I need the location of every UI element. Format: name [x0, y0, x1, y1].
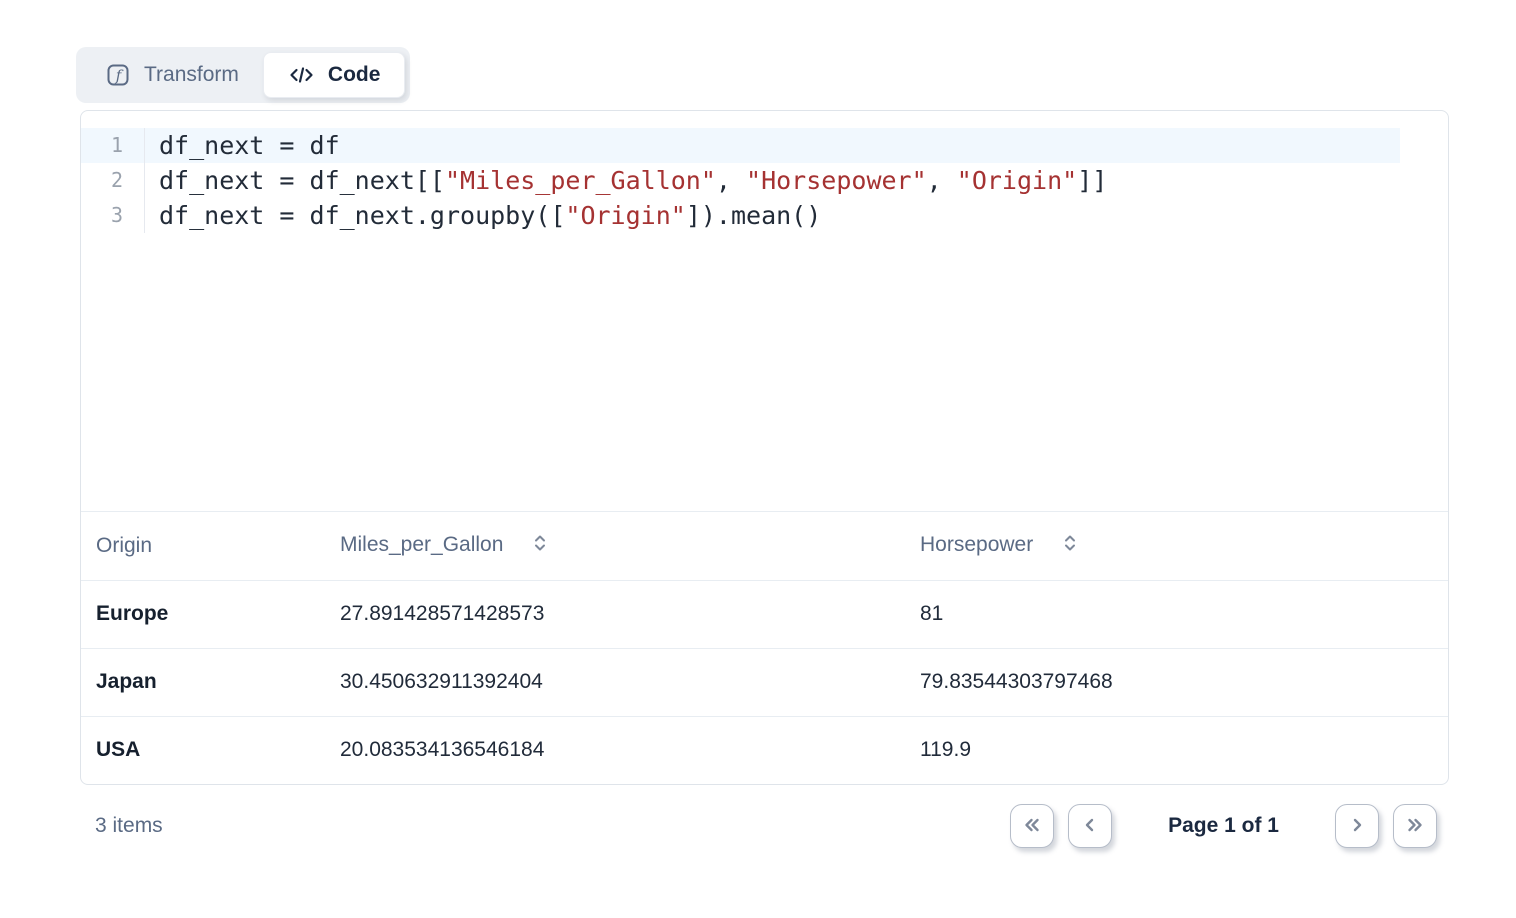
code-token: , [716, 166, 746, 195]
cell-origin: Europe [81, 580, 325, 648]
column-header-horsepower[interactable]: Horsepower [905, 512, 1448, 580]
cell-horsepower: 119.9 [905, 716, 1448, 784]
code-token-string: "Miles_per_Gallon" [445, 166, 716, 195]
code-token: , [927, 166, 957, 195]
pagination-controls: Page 1 of 1 [1010, 804, 1437, 848]
tab-code-label: Code [328, 63, 381, 87]
double-chevron-right-icon [1404, 814, 1426, 839]
code-icon [288, 62, 315, 88]
column-header-miles-per-gallon[interactable]: Miles_per_Gallon [325, 512, 905, 580]
function-icon: f [105, 62, 131, 88]
chevron-right-icon [1346, 814, 1368, 839]
tab-transform-label: Transform [144, 63, 239, 87]
column-header-label: Miles_per_Gallon [340, 533, 503, 556]
cell-miles-per-gallon: 30.450632911392404 [325, 648, 905, 716]
code-token: df_next = df_next.groupby([ [159, 201, 565, 230]
column-header-label: Horsepower [920, 533, 1033, 556]
table-row: USA 20.083534136546184 119.9 [81, 716, 1448, 784]
code-token: df_next = df_next[[ [159, 166, 445, 195]
column-header-origin: Origin [81, 512, 325, 580]
line-number: 1 [81, 128, 145, 163]
code-line: 1 df_next = df [81, 128, 1448, 163]
pagination-bar: 3 items Page 1 of 1 [80, 798, 1449, 854]
table-row: Japan 30.450632911392404 79.835443037974… [81, 648, 1448, 716]
cell-miles-per-gallon: 20.083534136546184 [325, 716, 905, 784]
cell-horsepower: 79.83544303797468 [905, 648, 1448, 716]
previous-page-button[interactable] [1068, 804, 1112, 848]
code-line-content: df_next = df [145, 128, 340, 163]
next-page-button[interactable] [1335, 804, 1379, 848]
line-number: 2 [81, 163, 145, 198]
code-token-string: "Origin" [957, 166, 1077, 195]
code-line-content: df_next = df_next[["Miles_per_Gallon", "… [145, 163, 1107, 198]
cell-origin: Japan [81, 648, 325, 716]
sort-icon[interactable] [1059, 532, 1081, 560]
cell-origin: USA [81, 716, 325, 784]
line-number: 3 [81, 198, 145, 233]
items-count: 3 items [95, 814, 163, 838]
code-line-content: df_next = df_next.groupby(["Origin"]).me… [145, 198, 821, 233]
page-indicator: Page 1 of 1 [1168, 814, 1279, 838]
result-table: Origin Miles_per_Gallon Horsepower [81, 512, 1448, 784]
code-line: 2 df_next = df_next[["Miles_per_Gallon",… [81, 163, 1448, 198]
last-page-button[interactable] [1393, 804, 1437, 848]
code-token-string: "Origin" [565, 201, 685, 230]
svg-text:f: f [115, 67, 124, 85]
sort-icon[interactable] [529, 532, 551, 560]
tab-transform[interactable]: f Transform [81, 52, 263, 98]
table-row: Europe 27.891428571428573 81 [81, 580, 1448, 648]
code-token-string: "Horsepower" [746, 166, 927, 195]
code-token: ]).mean() [686, 201, 821, 230]
table-header-row: Origin Miles_per_Gallon Horsepower [81, 512, 1448, 580]
cell-miles-per-gallon: 27.891428571428573 [325, 580, 905, 648]
code-line: 3 df_next = df_next.groupby(["Origin"]).… [81, 198, 1448, 233]
transform-panel: 1 df_next = df 2 df_next = df_next[["Mil… [80, 110, 1449, 785]
tab-code[interactable]: Code [263, 52, 406, 98]
code-editor[interactable]: 1 df_next = df 2 df_next = df_next[["Mil… [81, 111, 1448, 512]
view-tab-bar: f Transform Code [76, 47, 410, 103]
code-token: ]] [1077, 166, 1107, 195]
double-chevron-left-icon [1021, 814, 1043, 839]
cell-horsepower: 81 [905, 580, 1448, 648]
code-token: df_next = df [159, 131, 340, 160]
column-header-label: Origin [96, 534, 152, 557]
first-page-button[interactable] [1010, 804, 1054, 848]
chevron-left-icon [1079, 814, 1101, 839]
